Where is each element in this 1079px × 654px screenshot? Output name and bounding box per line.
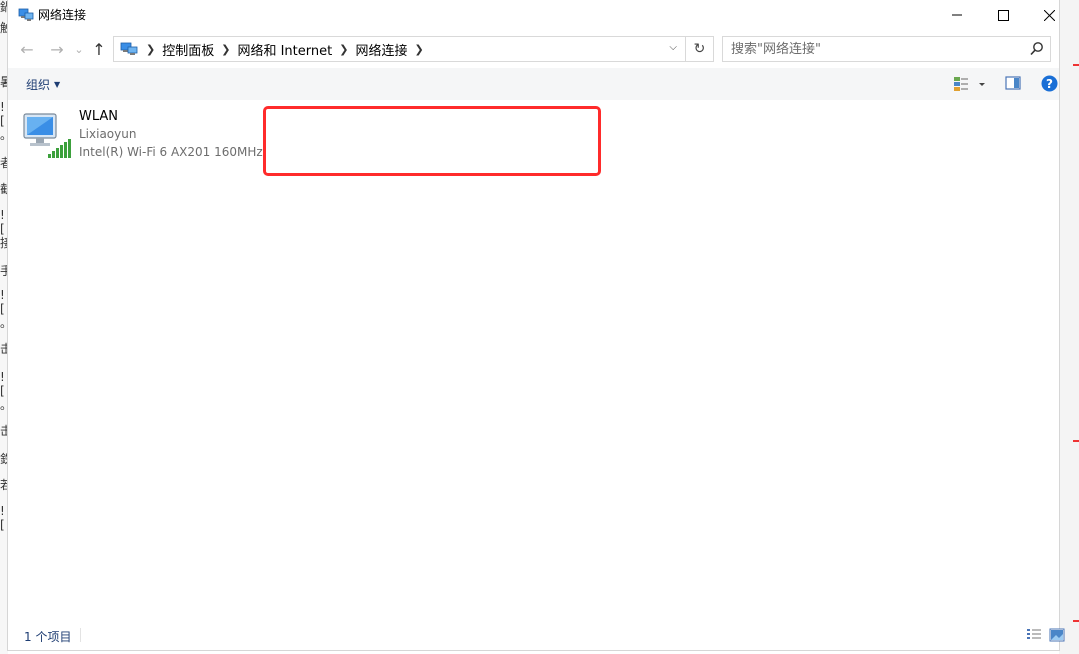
chevron-down-icon: ⌄ [74, 42, 84, 56]
bg-glyph: 鍋 [0, 0, 8, 14]
connection-item-wlan[interactable]: WLAN Lixiaoyun Intel(R) Wi-Fi 6 AX201 16… [22, 106, 267, 162]
bg-glyph: 接 [0, 236, 8, 250]
back-button[interactable]: ← [16, 38, 38, 60]
wifi-adapter-icon [23, 113, 71, 158]
large-icons-view-icon[interactable] [1049, 628, 1065, 642]
details-view-icon[interactable] [1026, 628, 1042, 642]
refresh-button[interactable]: ↻ [686, 36, 714, 62]
back-arrow-icon: ← [20, 39, 34, 59]
recent-locations-button[interactable]: ⌄ [68, 38, 90, 60]
forward-arrow-icon: → [50, 39, 64, 59]
connection-name: WLAN [79, 109, 119, 124]
bg-glyph: ![ [0, 208, 5, 236]
bg-glyph: 暑 [0, 75, 8, 89]
refresh-icon: ↻ [693, 41, 706, 57]
bg-glyph: 手 [0, 264, 8, 278]
window-title: 网络连接 [38, 8, 87, 22]
red-highlight-box [263, 106, 601, 176]
connections-list: WLAN Lixiaoyun Intel(R) Wi-Fi 6 AX201 16… [8, 100, 1059, 620]
command-bar: 组织 ▼ ? [8, 68, 1059, 100]
bg-glyph: 触 [0, 21, 8, 35]
background-left-edge: 鍋 触 暑 ![ 。 者 截 ![ 接 手 ![ 。 击 ![ 。 击 鉄 若 … [0, 0, 8, 654]
connection-adapter: Intel(R) Wi-Fi 6 AX201 160MHz [79, 145, 263, 159]
up-button[interactable]: ↑ [88, 38, 110, 60]
caret-down-icon: ▼ [54, 80, 61, 89]
bg-glyph: 击 [0, 424, 8, 438]
bg-mark [1073, 620, 1079, 622]
network-connections-icon [120, 42, 138, 55]
status-divider [80, 628, 81, 642]
maximize-button[interactable] [980, 0, 1026, 30]
close-button[interactable] [1026, 0, 1072, 30]
up-arrow-icon: ↑ [92, 39, 106, 59]
bg-glyph: 若 [0, 478, 8, 492]
bg-glyph: ![ [0, 370, 5, 398]
bg-glyph: 鉄 [0, 452, 8, 466]
bg-mark [1073, 64, 1079, 66]
bg-glyph: ![ [0, 504, 5, 532]
breadcrumb-control-panel[interactable]: 控制面板 [162, 40, 214, 59]
bg-glyph: ![ [0, 100, 5, 128]
network-connections-icon [18, 8, 34, 21]
chevron-right-icon: ❯ [221, 42, 231, 56]
connection-ssid: Lixiaoyun [79, 127, 137, 141]
bg-mark [1073, 440, 1079, 442]
svg-text:?: ? [1046, 77, 1053, 91]
bg-glyph: 。 [0, 314, 8, 331]
bg-glyph: 。 [0, 396, 8, 413]
background-right-edge [1059, 0, 1079, 654]
search-input[interactable] [729, 41, 1023, 58]
preview-pane-icon[interactable] [1005, 75, 1021, 91]
breadcrumb-network-internet[interactable]: 网络和 Internet [237, 40, 332, 59]
search-box[interactable] [722, 36, 1051, 62]
help-icon[interactable]: ? [1041, 75, 1058, 92]
maximize-icon [997, 9, 1009, 21]
bg-glyph: ![ [0, 288, 5, 316]
close-icon [1043, 9, 1055, 21]
chevron-right-icon: ❯ [146, 42, 156, 56]
address-bar[interactable]: ❯ 控制面板 ❯ 网络和 Internet ❯ 网络连接 ❯ ⌵ [113, 36, 686, 62]
organize-button[interactable]: 组织 ▼ [26, 76, 60, 93]
status-bar: 1 个项目 [8, 622, 1065, 648]
explorer-window: 网络连接 ← → ⌄ ↑ ❯ 控制面板 ❯ 网络和 Internet ❯ 网络连… [8, 0, 1065, 650]
minimize-icon [952, 14, 962, 16]
bg-glyph: 截 [0, 182, 8, 196]
forward-button[interactable]: → [46, 38, 68, 60]
bg-glyph: 。 [0, 126, 8, 143]
address-bar-row: ← → ⌄ ↑ ❯ 控制面板 ❯ 网络和 Internet ❯ 网络连接 ❯ ⌵… [8, 32, 1059, 66]
chevron-right-icon: ❯ [339, 42, 349, 56]
bg-glyph: 者 [0, 156, 8, 170]
chevron-right-icon[interactable]: ❯ [414, 43, 423, 56]
bg-glyph: 击 [0, 342, 8, 356]
organize-label: 组织 [26, 78, 51, 92]
search-icon[interactable] [1030, 41, 1044, 57]
item-count: 1 个项目 [24, 630, 72, 644]
minimize-button[interactable] [934, 0, 980, 30]
chevron-down-icon[interactable]: ⌵ [669, 42, 677, 53]
change-view-icon[interactable] [952, 75, 986, 93]
breadcrumb-network-connections[interactable]: 网络连接 [355, 40, 407, 59]
title-bar[interactable]: 网络连接 [8, 0, 1059, 30]
